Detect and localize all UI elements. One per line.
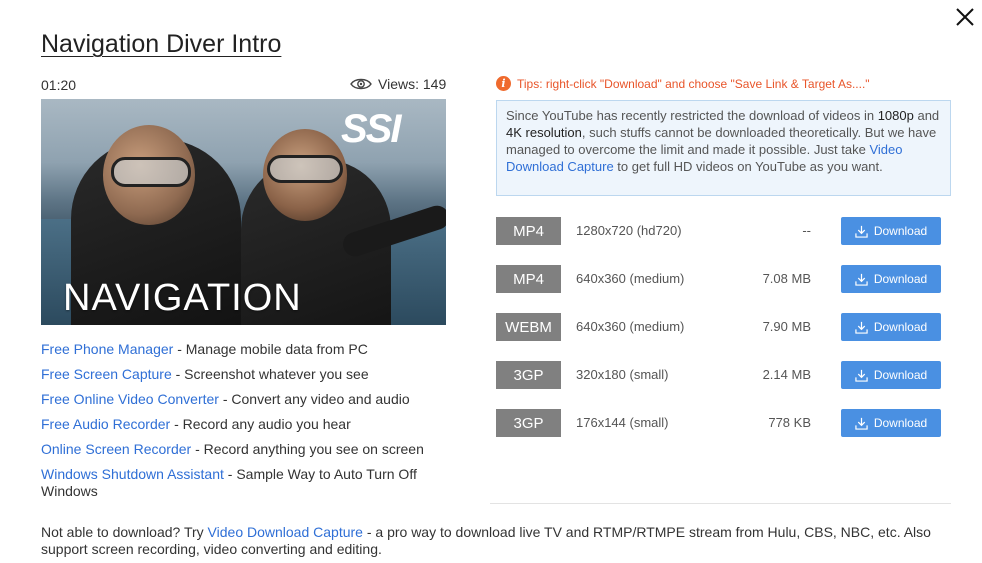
download-button[interactable]: Download (841, 313, 941, 341)
info-text: and (913, 108, 940, 123)
tip-banner: i Tips: right-click "Download" and choos… (496, 76, 870, 91)
view-count: Views: 149 (350, 76, 446, 92)
download-icon (855, 273, 868, 286)
promo-link-desc: - Record anything you see on screen (191, 441, 424, 457)
view-count-text: Views: 149 (378, 76, 447, 92)
promo-link-row: Online Screen Recorder - Record anything… (41, 441, 446, 458)
promo-link[interactable]: Windows Shutdown Assistant (41, 466, 224, 482)
promo-link-row: Windows Shutdown Assistant - Sample Way … (41, 466, 446, 500)
download-button[interactable]: Download (841, 361, 941, 389)
promo-link-row: Free Screen Capture - Screenshot whateve… (41, 366, 446, 383)
resolution-label: 320x180 (small) (576, 367, 669, 382)
promo-link-desc: - Screenshot whatever you see (171, 366, 369, 382)
thumbnail-logo: SSI (341, 107, 402, 151)
thumbnail-caption: NAVIGATION (63, 277, 302, 319)
video-thumbnail[interactable]: SSI NAVIGATION (41, 99, 446, 325)
info-icon: i (496, 76, 511, 91)
divider (490, 503, 951, 504)
download-button-label: Download (873, 416, 928, 430)
download-row: 3GP 320x180 (small) 2.14 MB Download (496, 361, 951, 389)
tip-text: Tips: right-click "Download" and choose … (517, 76, 870, 91)
format-badge: 3GP (496, 409, 561, 437)
resolution-label: 176x144 (small) (576, 415, 669, 430)
promo-link[interactable]: Free Online Video Converter (41, 391, 219, 407)
download-row: WEBM 640x360 (medium) 7.90 MB Download (496, 313, 951, 341)
promo-links: Free Phone Manager - Manage mobile data … (41, 341, 446, 508)
info-box: Since YouTube has recently restricted th… (496, 100, 951, 196)
info-text: Since YouTube has recently restricted th… (506, 108, 878, 123)
resolution-label: 640x360 (medium) (576, 271, 685, 286)
download-icon (855, 225, 868, 238)
thumbnail-mask-left (111, 157, 191, 187)
close-icon (956, 8, 974, 26)
promo-link[interactable]: Free Audio Recorder (41, 416, 170, 432)
download-button[interactable]: Download (841, 265, 941, 293)
promo-link[interactable]: Free Phone Manager (41, 341, 173, 357)
format-badge: MP4 (496, 217, 561, 245)
download-button[interactable]: Download (841, 409, 941, 437)
page-title: Navigation Diver Intro (41, 30, 282, 58)
download-icon (855, 321, 868, 334)
thumbnail-mask-right (267, 155, 343, 183)
footer-text: Not able to download? Try (41, 524, 208, 540)
file-size: -- (802, 223, 811, 238)
resolution-label: 640x360 (medium) (576, 319, 685, 334)
file-size: 7.08 MB (762, 271, 811, 286)
download-button-label: Download (873, 224, 928, 238)
download-button-label: Download (873, 368, 928, 382)
video-duration: 01:20 (41, 77, 77, 93)
promo-link-desc: - Convert any video and audio (218, 391, 410, 407)
download-icon (855, 369, 868, 382)
file-size: 778 KB (768, 415, 811, 430)
promo-link[interactable]: Free Screen Capture (41, 366, 172, 382)
download-row: MP4 1280x720 (hd720) -- Download (496, 217, 951, 245)
format-badge: WEBM (496, 313, 561, 341)
download-row: 3GP 176x144 (small) 778 KB Download (496, 409, 951, 437)
footer-note: Not able to download? Try Video Download… (41, 524, 951, 558)
close-button[interactable] (953, 5, 977, 29)
resolution-label: 1280x720 (hd720) (576, 223, 682, 238)
promo-link-desc: - Manage mobile data from PC (173, 341, 368, 357)
info-text: to get full HD videos on YouTube as you … (613, 159, 883, 174)
download-button-label: Download (873, 272, 928, 286)
footer-video-download-capture-link[interactable]: Video Download Capture (208, 524, 363, 540)
download-icon (855, 417, 868, 430)
promo-link-desc: - Record any audio you hear (170, 416, 351, 432)
file-size: 7.90 MB (762, 319, 811, 334)
promo-link-row: Free Online Video Converter - Convert an… (41, 391, 446, 408)
info-highlight: 4K resolution (506, 125, 582, 140)
eye-icon (350, 78, 372, 90)
file-size: 2.14 MB (762, 367, 811, 382)
promo-link-row: Free Phone Manager - Manage mobile data … (41, 341, 446, 358)
download-row: MP4 640x360 (medium) 7.08 MB Download (496, 265, 951, 293)
promo-link[interactable]: Online Screen Recorder (41, 441, 191, 457)
download-button-label: Download (873, 320, 928, 334)
download-button[interactable]: Download (841, 217, 941, 245)
info-highlight: 1080p (877, 108, 914, 123)
format-badge: MP4 (496, 265, 561, 293)
promo-link-row: Free Audio Recorder - Record any audio y… (41, 416, 446, 433)
format-badge: 3GP (496, 361, 561, 389)
